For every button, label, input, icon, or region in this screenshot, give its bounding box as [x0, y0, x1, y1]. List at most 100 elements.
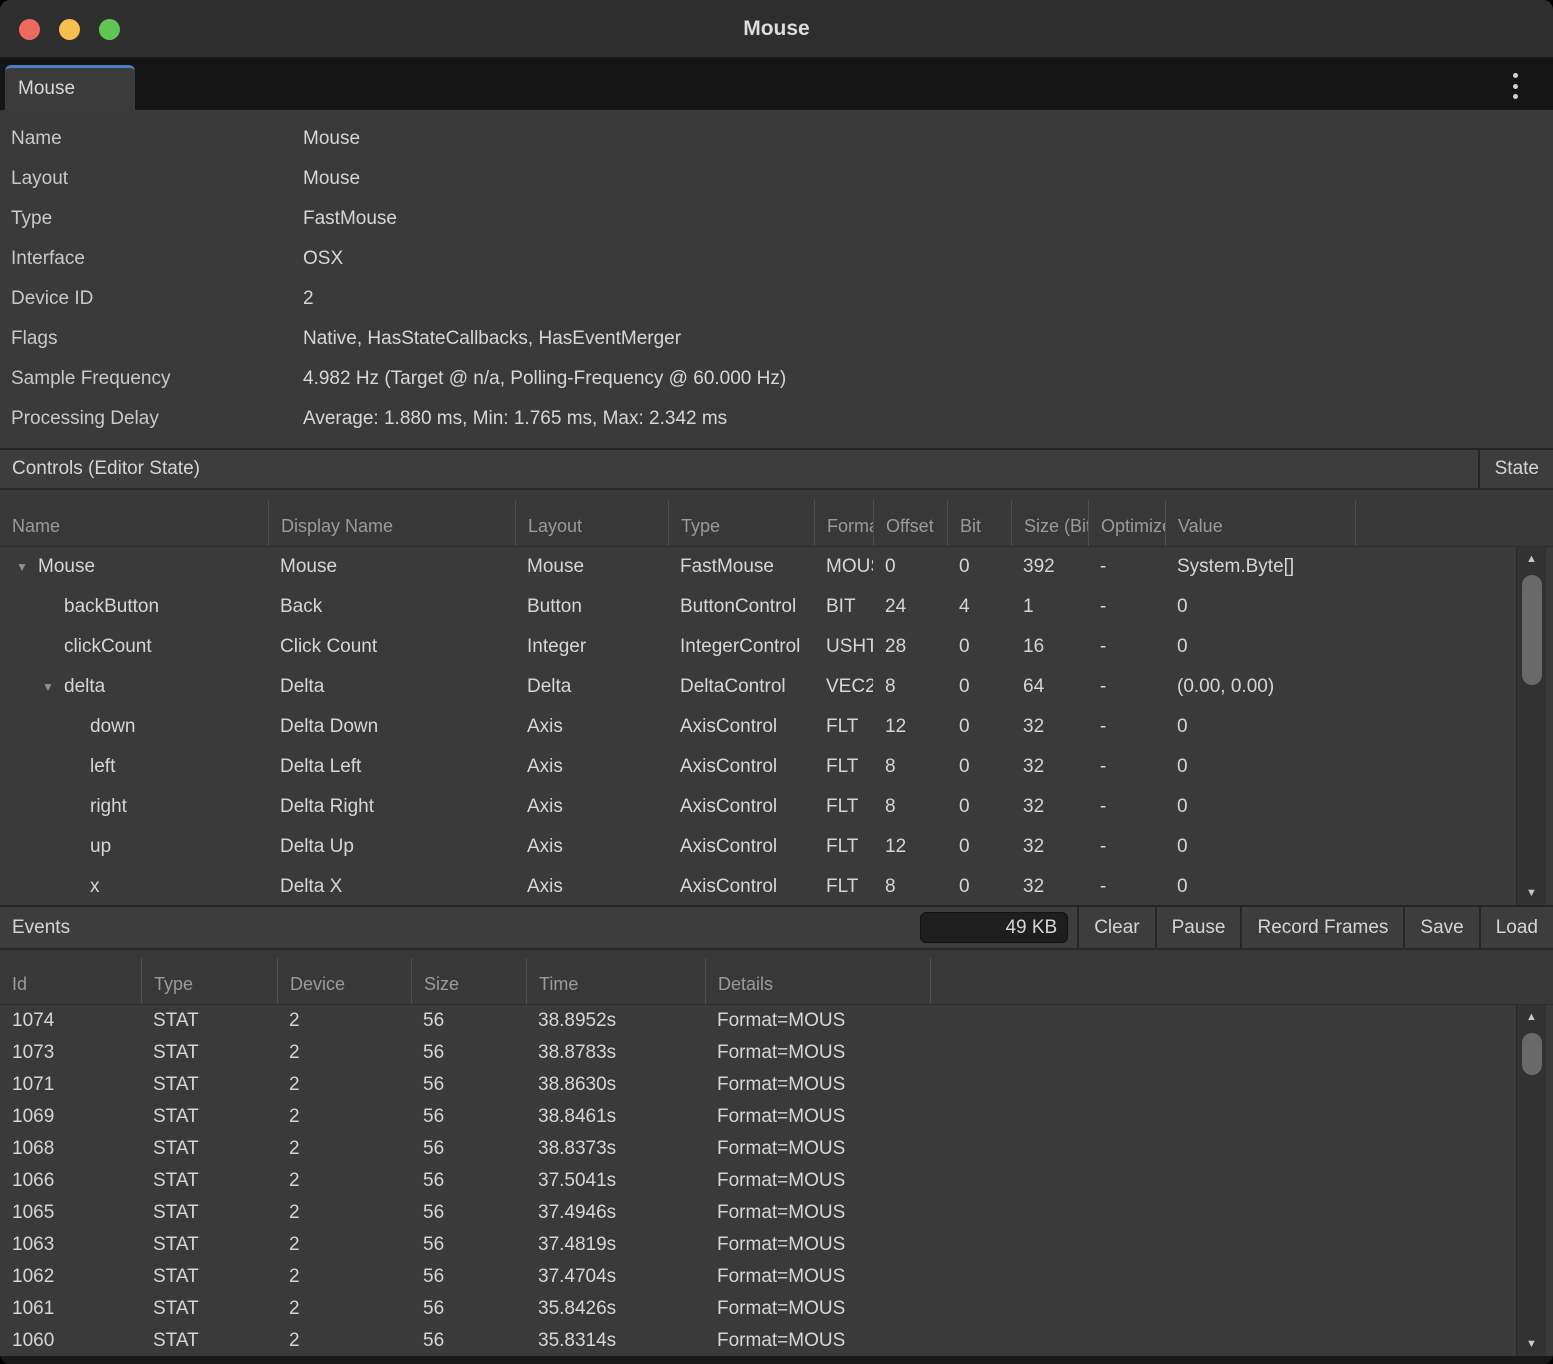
event-device: 2 — [277, 1010, 411, 1032]
control-bit: 4 — [947, 596, 1011, 618]
clear-button[interactable]: Clear — [1077, 907, 1154, 948]
scroll-down-icon[interactable]: ▼ — [1526, 1332, 1537, 1356]
horizontal-scrollbar-track[interactable] — [0, 1356, 1553, 1364]
events-table-row[interactable]: 1063 STAT 2 56 37.4819s Format=MOUS — [0, 1229, 1553, 1261]
events-table-row[interactable]: 1071 STAT 2 56 38.8630s Format=MOUS — [0, 1069, 1553, 1101]
device-info-row: Layout Mouse — [0, 159, 1553, 199]
control-display-name: Delta Right — [268, 796, 515, 818]
save-button[interactable]: Save — [1403, 907, 1478, 948]
column-header-type[interactable]: Type — [141, 958, 277, 1004]
scroll-up-icon[interactable]: ▲ — [1526, 1005, 1537, 1029]
control-offset: 8 — [873, 756, 947, 778]
column-header-time[interactable]: Time — [526, 958, 705, 1004]
column-header-offset[interactable]: Offset — [873, 500, 947, 546]
controls-table-row[interactable]: clickCount Click Count Integer IntegerCo… — [0, 627, 1553, 667]
control-type: AxisControl — [668, 756, 814, 778]
events-table-row[interactable]: 1065 STAT 2 56 37.4946s Format=MOUS — [0, 1197, 1553, 1229]
events-scrollbar[interactable]: ▲ ▼ — [1516, 1005, 1546, 1356]
column-header-display-name[interactable]: Display Name — [268, 500, 515, 546]
kebab-menu-icon[interactable] — [1505, 71, 1525, 101]
column-header-optimized[interactable]: Optimized — [1088, 500, 1165, 546]
events-table-row[interactable]: 1073 STAT 2 56 38.8783s Format=MOUS — [0, 1037, 1553, 1069]
scroll-down-icon[interactable]: ▼ — [1526, 881, 1537, 905]
control-bit: 0 — [947, 836, 1011, 858]
control-type: AxisControl — [668, 836, 814, 858]
info-label: Name — [0, 128, 303, 150]
event-details: Format=MOUS — [705, 1042, 930, 1064]
events-table-row[interactable]: 1068 STAT 2 56 38.8373s Format=MOUS — [0, 1133, 1553, 1165]
zoom-button[interactable] — [99, 19, 120, 40]
column-header-format[interactable]: Format — [814, 500, 873, 546]
control-value: 0 — [1165, 836, 1355, 858]
minimize-button[interactable] — [59, 19, 80, 40]
controls-table-row[interactable]: left Delta Left Axis AxisControl FLT 8 0… — [0, 747, 1553, 787]
control-name: down — [90, 716, 135, 738]
events-table-row[interactable]: 1061 STAT 2 56 35.8426s Format=MOUS — [0, 1293, 1553, 1325]
control-type: AxisControl — [668, 716, 814, 738]
expander-icon[interactable]: ▼ — [16, 560, 38, 574]
event-buffer-size-field[interactable]: 49 KB — [920, 912, 1068, 943]
state-tab-button[interactable]: State — [1478, 450, 1553, 488]
title-bar: Mouse — [0, 0, 1553, 58]
column-header-details[interactable]: Details — [705, 958, 930, 1004]
load-button[interactable]: Load — [1479, 907, 1553, 948]
control-bit: 0 — [947, 636, 1011, 658]
control-display-name: Delta — [268, 676, 515, 698]
event-size: 56 — [411, 1330, 526, 1352]
pause-button[interactable]: Pause — [1155, 907, 1241, 948]
event-device: 2 — [277, 1330, 411, 1352]
control-display-name: Delta Up — [268, 836, 515, 858]
control-optimized: - — [1088, 676, 1165, 698]
column-header-name[interactable]: Name — [0, 500, 268, 546]
control-value: 0 — [1165, 636, 1355, 658]
controls-scrollbar-thumb[interactable] — [1522, 575, 1542, 685]
events-scrollbar-thumb[interactable] — [1522, 1033, 1542, 1075]
column-header-device[interactable]: Device — [277, 958, 411, 1004]
controls-table-row[interactable]: down Delta Down Axis AxisControl FLT 12 … — [0, 707, 1553, 747]
events-table-row[interactable]: 1066 STAT 2 56 37.5041s Format=MOUS — [0, 1165, 1553, 1197]
control-offset: 28 — [873, 636, 947, 658]
control-name: left — [90, 756, 115, 778]
event-id: 1060 — [0, 1330, 141, 1352]
events-section-bar: Events 49 KB Clear Pause Record Frames S… — [0, 905, 1553, 950]
events-table-row[interactable]: 1060 STAT 2 56 35.8314s Format=MOUS — [0, 1325, 1553, 1356]
column-header-size[interactable]: Size — [411, 958, 526, 1004]
events-table-row[interactable]: 1062 STAT 2 56 37.4704s Format=MOUS — [0, 1261, 1553, 1293]
column-header-type[interactable]: Type — [668, 500, 814, 546]
column-header-layout[interactable]: Layout — [515, 500, 668, 546]
event-type: STAT — [141, 1234, 277, 1256]
event-time: 37.5041s — [526, 1170, 705, 1192]
controls-table-row[interactable]: backButton Back Button ButtonControl BIT… — [0, 587, 1553, 627]
events-table-row[interactable]: 1074 STAT 2 56 38.8952s Format=MOUS — [0, 1005, 1553, 1037]
control-optimized: - — [1088, 876, 1165, 898]
record-frames-button[interactable]: Record Frames — [1240, 907, 1403, 948]
event-type: STAT — [141, 1106, 277, 1128]
controls-table-row[interactable]: ▼ delta Delta Delta DeltaControl VEC2 8 … — [0, 667, 1553, 707]
control-format: MOUS — [814, 556, 873, 578]
column-header-size-bits[interactable]: Size (Bits) — [1011, 500, 1088, 546]
control-optimized: - — [1088, 836, 1165, 858]
events-table-row[interactable]: 1069 STAT 2 56 38.8461s Format=MOUS — [0, 1101, 1553, 1133]
info-label: Sample Frequency — [0, 368, 303, 390]
controls-scrollbar[interactable]: ▲ ▼ — [1516, 547, 1546, 905]
close-button[interactable] — [19, 19, 40, 40]
tab-mouse[interactable]: Mouse — [5, 65, 135, 110]
control-type: IntegerControl — [668, 636, 814, 658]
column-header-id[interactable]: Id — [0, 958, 141, 1004]
device-info-panel: Name Mouse Layout Mouse Type FastMouse I… — [0, 110, 1553, 448]
scroll-up-icon[interactable]: ▲ — [1526, 547, 1537, 571]
column-header-bit[interactable]: Bit — [947, 500, 1011, 546]
event-type: STAT — [141, 1138, 277, 1160]
controls-table-row[interactable]: x Delta X Axis AxisControl FLT 8 0 32 - … — [0, 867, 1553, 905]
tab-bar: Mouse — [0, 58, 1553, 110]
controls-table-row[interactable]: right Delta Right Axis AxisControl FLT 8… — [0, 787, 1553, 827]
control-bit: 0 — [947, 676, 1011, 698]
input-debugger-window: Mouse Mouse Name Mouse Layout Mouse Type… — [0, 0, 1553, 1364]
controls-table-row[interactable]: ▼ Mouse Mouse Mouse FastMouse MOUS 0 0 3… — [0, 547, 1553, 587]
event-size: 56 — [411, 1074, 526, 1096]
column-header-value[interactable]: Value — [1165, 500, 1355, 546]
expander-icon[interactable]: ▼ — [42, 680, 64, 694]
controls-table-row[interactable]: up Delta Up Axis AxisControl FLT 12 0 32… — [0, 827, 1553, 867]
controls-table-body: ▼ Mouse Mouse Mouse FastMouse MOUS 0 0 3… — [0, 547, 1553, 905]
control-type: FastMouse — [668, 556, 814, 578]
